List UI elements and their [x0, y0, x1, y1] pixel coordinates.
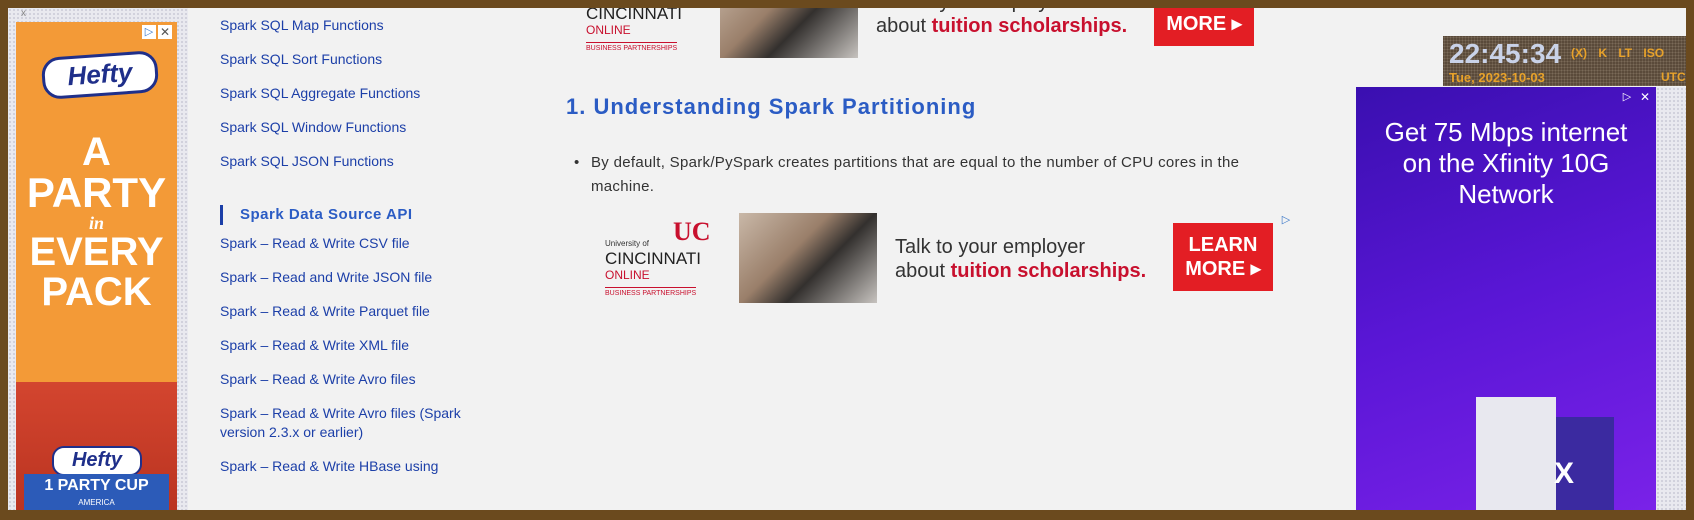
ad-photo [720, 8, 858, 58]
ad-dismiss-icon[interactable]: x [21, 8, 26, 19]
adchoices-icon[interactable]: ▷ [1279, 213, 1293, 227]
learn-more-line1: LEARN [1188, 234, 1258, 256]
uc-banner-ad[interactable]: ▷ University of UC CINCINNATI ONLINE BUS… [593, 213, 1293, 303]
learn-more-line1: LEARN [1170, 8, 1239, 11]
cup-logo: Hefty [52, 446, 142, 476]
learn-more-line2: MORE ▸ [1185, 258, 1261, 280]
ad-text: Talk to your employer about tuition scho… [876, 8, 1127, 38]
browser-viewport: x ▷ ✕ Hefty A PARTY in EVERY PACK Hefty … [8, 8, 1686, 510]
adchoices-icon[interactable]: ▷ [142, 25, 156, 39]
section-title: 1. Understanding Spark Partitioning [566, 94, 977, 119]
close-icon[interactable]: ✕ [1638, 90, 1652, 104]
hefty-logo: Hefty [40, 50, 160, 100]
uc-partnerships: BUSINESS PARTNERSHIPS [586, 42, 678, 52]
sidebar-link[interactable]: Spark SQL Aggregate Functions [220, 84, 490, 103]
ad-line2-bold: tuition scholarships. [931, 15, 1128, 37]
ad-line2-prefix: about [895, 260, 951, 282]
sidebar-section-heading: Spark Data Source API [220, 205, 413, 225]
xfinity-x-mark: X [1554, 457, 1575, 490]
sidebar-link[interactable]: Spark – Read & Write CSV file [220, 234, 490, 253]
ad-line2-bold: tuition scholarships. [950, 260, 1147, 282]
ad-tagline: A PARTY in EVERY PACK [16, 132, 177, 312]
box-front [1476, 397, 1556, 510]
hefty-ad[interactable]: ▷ ✕ Hefty A PARTY in EVERY PACK Hefty 1 … [16, 22, 177, 510]
uc-cincinnati: CINCINNATI [586, 8, 683, 23]
xfinity-headline: Get 75 Mbps internet on the Xfinity 10G … [1384, 117, 1628, 209]
uc-online: ONLINE [586, 23, 631, 37]
ad-line2-prefix: about [876, 15, 932, 37]
learn-more-button[interactable]: LEARN MORE ▸ [1154, 8, 1254, 46]
close-icon[interactable]: ✕ [158, 25, 172, 39]
clock-time: 22:45:34 [1449, 38, 1562, 69]
xfinity-box-image: X [1456, 377, 1614, 510]
sidebar-link[interactable]: Spark – Read & Write XML file [220, 336, 490, 355]
uc-univ-text: University of [605, 239, 650, 248]
clock-tags: (X) K LT ISO [1571, 46, 1665, 60]
sidebar-link[interactable]: Spark SQL JSON Functions [220, 152, 490, 171]
xfinity-ad[interactable]: ▷ ✕ Get 75 Mbps internet on the Xfinity … [1356, 87, 1656, 510]
sidebar-link[interactable]: Spark SQL Window Functions [220, 118, 490, 137]
learn-more-button[interactable]: LEARN MORE ▸ [1173, 223, 1273, 291]
ad-photo [739, 213, 877, 303]
uc-online: ONLINE [605, 268, 650, 282]
clock-widget: 22:45:34 (X) K LT ISO Tue, 2023-10-03 UT… [1443, 36, 1686, 86]
uc-logo: University of UC CINCINNATI ONLINE BUSIN… [593, 213, 733, 303]
tagline-word: EVERY [29, 230, 164, 274]
sidebar-link[interactable]: Spark – Read & Write Avro files (Spark v… [220, 404, 490, 442]
adchoices-icon[interactable]: ▷ [1620, 90, 1634, 104]
ad-text: Talk to your employer about tuition scho… [895, 235, 1146, 283]
bullet-paragraph: By default, Spark/PySpark creates partit… [574, 151, 1291, 199]
clock-date: Tue, 2023-10-03 [1449, 70, 1545, 85]
uc-banner-ad-top[interactable]: University of UC CINCINNATI ONLINE BUSIN… [574, 8, 1274, 58]
uc-partnerships: BUSINESS PARTNERSHIPS [605, 287, 697, 297]
cup-label: 1 PARTY CUP AMERICA [24, 474, 169, 510]
ad-line1: Talk to your employer [895, 236, 1086, 258]
uc-logo: University of UC CINCINNATI ONLINE BUSIN… [574, 8, 714, 58]
tagline-word: A [82, 130, 111, 174]
sidebar-link[interactable]: Spark SQL Map Functions [220, 16, 490, 35]
ad-line1: Talk to your employer [876, 8, 1066, 13]
sidebar-link[interactable]: Spark – Read & Write Avro files [220, 370, 490, 389]
sidebar-link[interactable]: Spark SQL Sort Functions [220, 50, 490, 69]
sidebar-link[interactable]: Spark – Read & Write HBase using [220, 457, 490, 476]
left-ad-area: x ▷ ✕ Hefty A PARTY in EVERY PACK Hefty … [8, 8, 188, 510]
clock-utc: UTC [1661, 70, 1686, 84]
party-cups-image: Hefty 1 PARTY CUP AMERICA [16, 382, 177, 510]
uc-mark: UC [673, 217, 711, 246]
right-ad-margin [1656, 87, 1686, 510]
sidebar-link[interactable]: Spark – Read & Write Parquet file [220, 302, 490, 321]
cup-label-title: 1 PARTY CUP [44, 477, 149, 494]
sidebar-link[interactable]: Spark – Read and Write JSON file [220, 268, 490, 287]
cup-label-sub: AMERICA [78, 498, 115, 507]
tagline-word: PARTY [26, 169, 167, 216]
uc-cincinnati: CINCINNATI [605, 249, 702, 268]
tagline-word: PACK [41, 270, 152, 314]
learn-more-line2: MORE ▸ [1166, 13, 1242, 35]
